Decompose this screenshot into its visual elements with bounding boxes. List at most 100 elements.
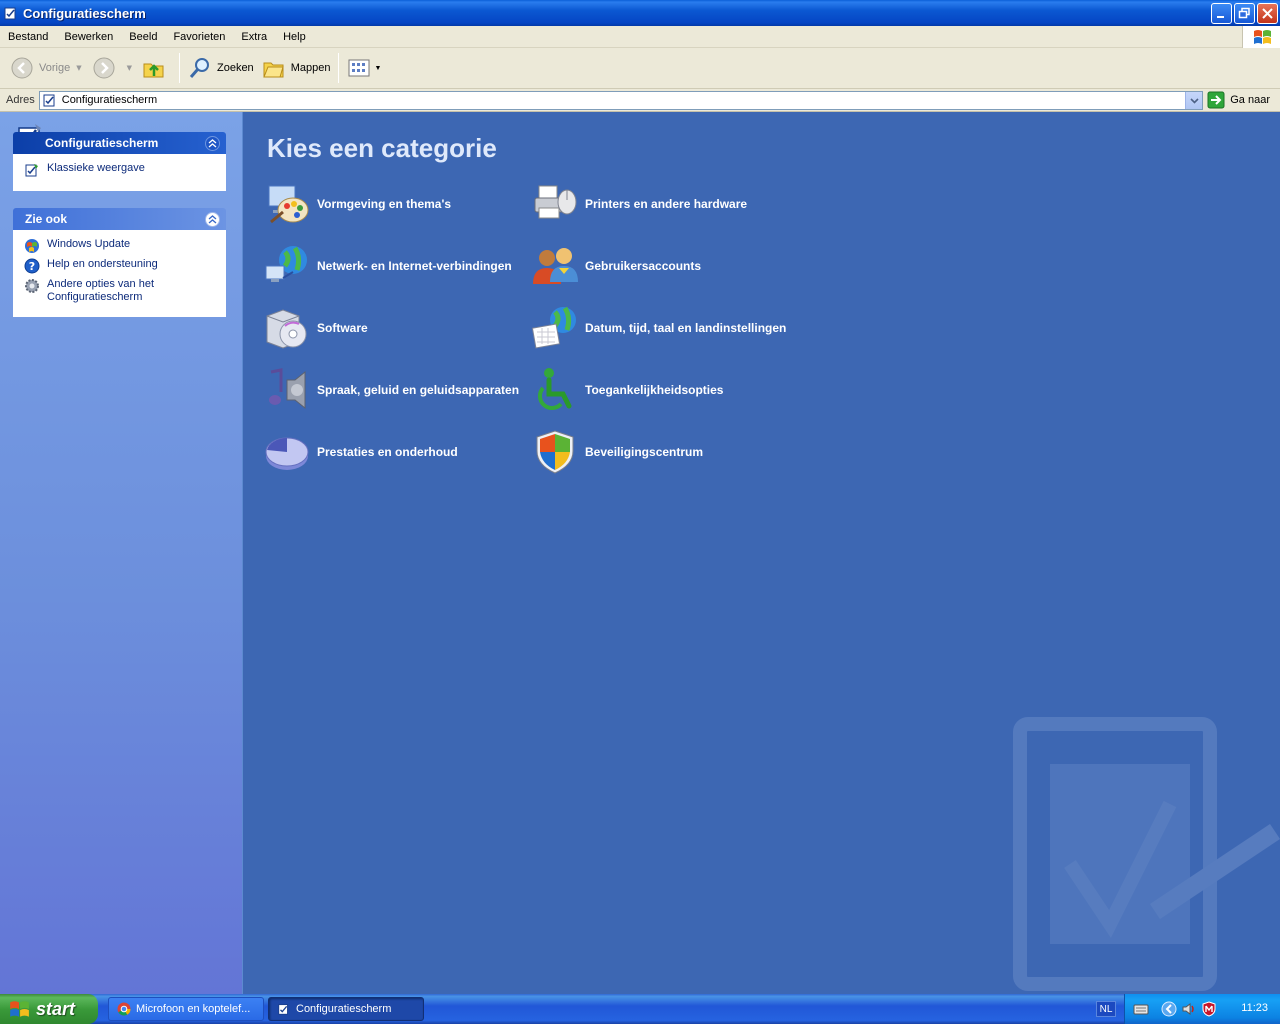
category-printers-hardware[interactable]: Printers en andere hardware [531, 180, 747, 228]
antivirus-shield-icon[interactable] [1201, 1001, 1217, 1017]
accessibility-icon [537, 368, 572, 411]
chrome-icon [117, 1002, 131, 1016]
date-time-language-icon [531, 306, 576, 349]
views-button[interactable]: ▼ [343, 51, 391, 85]
category-sound-speech[interactable]: Spraak, geluid en geluidsapparaten [263, 366, 519, 414]
category-label: Gebruikersaccounts [585, 259, 702, 273]
menu-beeld[interactable]: Beeld [121, 31, 165, 43]
toolbar-separator [338, 53, 340, 83]
language-indicator[interactable]: NL [1096, 1001, 1116, 1017]
address-field[interactable]: Configuratiescherm [38, 90, 1204, 110]
task-pane: Configuratiescherm Klassieke weergave Zi… [0, 112, 242, 994]
windows-update-icon [25, 239, 39, 253]
see-also-section-header[interactable]: Zie ook [13, 208, 226, 230]
go-label: Ga naar [1230, 94, 1270, 106]
software-icon [266, 309, 307, 349]
taskbar-item-control-panel[interactable]: Configuratiescherm [268, 997, 424, 1021]
performance-maintenance-icon [265, 437, 309, 470]
keyboard-icon[interactable] [1133, 1001, 1149, 1017]
restore-button[interactable] [1234, 3, 1255, 24]
category-date-time-language[interactable]: Datum, tijd, taal en landinstellingen [531, 304, 786, 352]
control-panel-icon [278, 1004, 288, 1015]
go-arrow-icon [1207, 91, 1225, 109]
address-dropdown-button[interactable] [1185, 91, 1203, 109]
minimize-button[interactable] [1211, 3, 1232, 24]
address-bar: Adres Configuratiescherm Ga naar [0, 89, 1280, 112]
toolbar: Vorige ▼ ▼ Zoeken Mappen ▼ [0, 48, 1280, 89]
category-appearance-themes[interactable]: Vormgeving en thema's [263, 180, 451, 228]
category-performance-maintenance[interactable]: Prestaties en onderhoud [263, 428, 458, 476]
sound-speech-icon [269, 368, 306, 410]
taskbar: start Microfoon en koptelef... Configura… [0, 994, 1280, 1024]
forward-dropdown-icon[interactable]: ▼ [127, 64, 132, 72]
control-panel-watermark-icon [1013, 717, 1280, 991]
svg-text:?: ? [29, 260, 35, 273]
address-value: Configuratiescherm [61, 94, 158, 106]
menu-bestand[interactable]: Bestand [0, 31, 56, 43]
close-button[interactable] [1257, 3, 1278, 24]
folders-label: Mappen [290, 62, 331, 74]
menu-favorieten[interactable]: Favorieten [165, 31, 233, 43]
windows-logo-icon [1242, 26, 1280, 48]
windows-logo-icon [10, 1001, 29, 1017]
category-label: Beveiligingscentrum [585, 445, 704, 459]
windows-update-label: Windows Update [47, 238, 131, 250]
taskbar-item-chrome[interactable]: Microfoon en koptelef... [108, 997, 264, 1021]
chevron-down-icon [1190, 97, 1199, 104]
category-user-accounts[interactable]: Gebruikersaccounts [531, 242, 701, 290]
category-label: Prestaties en onderhoud [317, 445, 458, 459]
collapse-icon[interactable] [205, 136, 220, 151]
taskbar-item-label: Configuratiescherm [296, 1003, 392, 1015]
search-icon [189, 58, 209, 78]
appearance-themes-icon [268, 185, 309, 224]
back-button[interactable]: Vorige [6, 51, 74, 85]
category-accessibility[interactable]: Toegankelijkheidsopties [531, 366, 723, 414]
other-options-link[interactable]: Andere opties van het Configuratiescherm [24, 278, 215, 304]
collapse-icon[interactable] [205, 212, 220, 227]
other-options-label: Andere opties van het Configuratiescherm [47, 278, 155, 303]
menu-bewerken[interactable]: Bewerken [56, 31, 121, 43]
back-label: Vorige [39, 62, 71, 74]
show-hidden-icons-icon[interactable] [1161, 1001, 1177, 1017]
classic-view-link[interactable]: Klassieke weergave [24, 162, 215, 178]
system-tray: NL 11:23 [1096, 994, 1280, 1024]
clock: 11:23 [1241, 1002, 1268, 1014]
up-folder-button[interactable] [138, 51, 175, 85]
gear-icon [25, 279, 39, 293]
classic-view-label: Klassieke weergave [47, 162, 145, 174]
category-network-internet[interactable]: Netwerk- en Internet-verbindingen [263, 242, 512, 290]
category-software[interactable]: Software [263, 304, 368, 352]
main-content: Kies een categorie Vormgeving en thema's… [242, 112, 1280, 994]
control-panel-section-header[interactable]: Configuratiescherm [13, 132, 226, 154]
start-button[interactable]: start [0, 994, 98, 1024]
see-also-section-body: Windows Update ? Help en ondersteuning A… [13, 230, 226, 317]
volume-icon[interactable] [1181, 1001, 1197, 1017]
category-label: Printers en andere hardware [585, 197, 748, 211]
menu-extra[interactable]: Extra [233, 31, 275, 43]
category-label: Datum, tijd, taal en landinstellingen [585, 321, 787, 335]
user-accounts-icon [533, 248, 578, 284]
back-dropdown-icon[interactable]: ▼ [76, 64, 81, 72]
close-icon [1262, 8, 1273, 19]
category-security-center[interactable]: Beveiligingscentrum [531, 428, 703, 476]
control-panel-icon [43, 94, 55, 107]
window-title: Configuratiescherm [23, 5, 146, 21]
forward-button[interactable] [88, 51, 125, 85]
search-button[interactable]: Zoeken [184, 51, 258, 85]
category-label: Spraak, geluid en geluidsapparaten [317, 383, 520, 397]
restore-icon [1238, 7, 1250, 19]
folders-button[interactable]: Mappen [258, 51, 335, 85]
control-panel-section-title: Configuratiescherm [45, 136, 159, 150]
page-title: Kies een categorie [267, 133, 497, 163]
title-bar: Configuratiescherm [0, 0, 1280, 26]
menu-help[interactable]: Help [275, 31, 314, 43]
start-label: start [36, 998, 76, 1019]
views-grid-icon [348, 59, 370, 77]
control-panel-section: Configuratiescherm Klassieke weergave [13, 124, 226, 191]
go-button[interactable]: Ga naar [1207, 91, 1280, 109]
help-support-link[interactable]: ? Help en ondersteuning [24, 258, 215, 274]
taskbar-item-label: Microfoon en koptelef... [136, 1003, 251, 1015]
windows-update-link[interactable]: Windows Update [24, 238, 215, 254]
category-label: Vormgeving en thema's [317, 197, 451, 211]
category-label: Netwerk- en Internet-verbindingen [317, 259, 512, 273]
